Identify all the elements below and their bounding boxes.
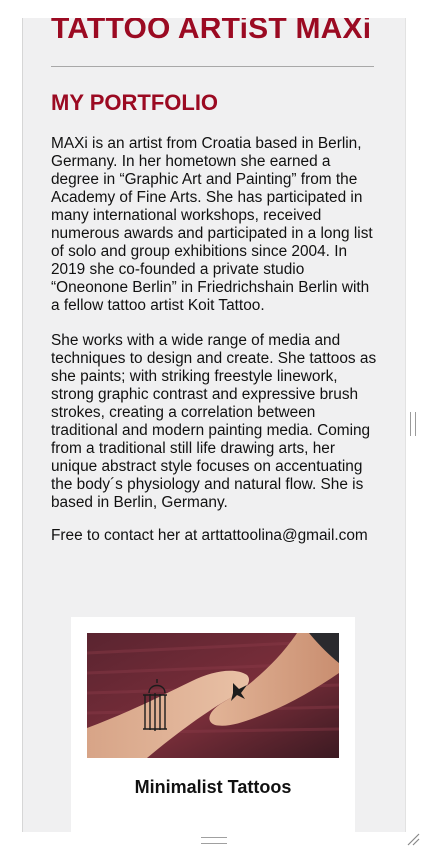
portfolio-heading: MY PORTFOLIO (51, 90, 219, 115)
site-title: TATTOO ARTiST MAXi (51, 18, 372, 45)
title-divider (51, 66, 374, 67)
drag-grip[interactable] (201, 837, 227, 844)
tattoo-photo[interactable] (87, 633, 339, 758)
resize-handle-icon[interactable] (406, 832, 420, 846)
contact-paragraph: Free to contact her at arttattoolina@gma… (51, 527, 368, 544)
scrollbar-handle[interactable] (410, 412, 416, 436)
card-title[interactable]: Minimalist Tattoos (71, 777, 355, 798)
portfolio-card[interactable]: Minimalist Tattoos (71, 617, 355, 832)
panel-right-border (405, 18, 406, 832)
style-paragraph: She works with a wide range of media and… (51, 332, 377, 511)
content-panel: TATTOO ARTiST MAXi MY PORTFOLIO MAXi is … (23, 18, 405, 832)
bio-paragraph: MAXi is an artist from Croatia based in … (51, 135, 373, 314)
